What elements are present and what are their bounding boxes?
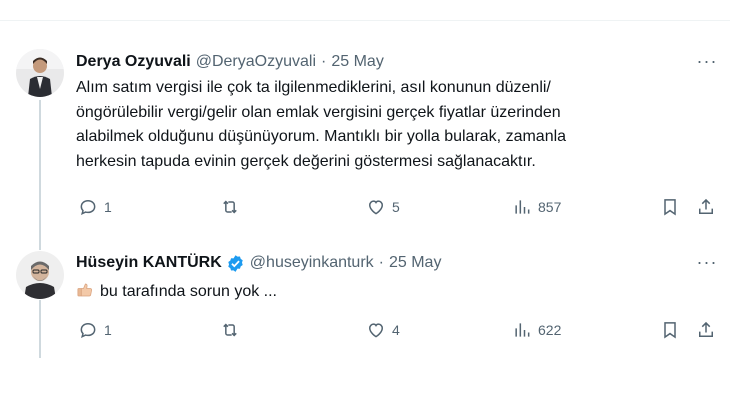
reply-count: 1 [104,322,112,338]
bookmark-button[interactable] [660,320,680,340]
author-name[interactable]: Hüseyin KANTÜRK [76,254,222,272]
share-icon [699,198,713,214]
views-button[interactable]: 622 [512,320,561,340]
reply-icon [80,322,96,339]
verified-badge-icon[interactable] [226,254,245,273]
views-button[interactable]: 857 [512,197,561,217]
tweet-header: Hüseyin KANTÜRK @huseyinkanturk · 25 May [76,251,718,275]
retweet-button[interactable] [220,197,246,217]
tweet-actions: 1 5 857 [76,197,722,221]
like-count: 5 [392,199,400,215]
author-handle[interactable]: @DeryaOzyuvali [196,53,316,71]
reply-button[interactable]: 1 [78,197,112,217]
share-button[interactable] [696,320,716,340]
avatar[interactable] [16,251,64,299]
separator-dot: · [378,254,384,271]
tweet-text-line: bu tarafında sorun yok ... [100,283,277,300]
tweet-text-line: herkesin tapuda evinin gerçek değerini g… [76,152,536,170]
heart-icon [368,323,384,338]
retweet-icon [223,323,237,337]
reply-count: 1 [104,199,112,215]
views-count: 622 [538,322,562,338]
tweet-actions: 1 4 622 [76,320,722,344]
like-button[interactable]: 4 [366,320,400,340]
tweet-date[interactable]: 25 May [389,254,441,272]
reply-button[interactable]: 1 [78,320,112,340]
more-options-icon[interactable]: ··· [696,253,718,277]
retweet-icon [223,200,237,214]
like-count: 4 [392,322,400,338]
tweet-text: Alım satım vergisi ile çok ta ilgilenmed… [76,76,676,174]
thumbs-up-icon [77,283,92,297]
divider [0,20,730,21]
thread-line [39,300,41,358]
views-icon [515,323,530,337]
tweet-text-line: Alım satım vergisi ile çok ta ilgilenmed… [76,79,551,96]
retweet-button[interactable] [220,320,246,340]
tweet-text: bu tarafında sorun yok ... [76,280,676,305]
tweet-date[interactable]: 25 May [331,53,383,71]
like-button[interactable]: 5 [366,197,400,217]
tweet-text-line: öngörülebilir vergi/gelir olan emlak ver… [76,103,561,121]
avatar[interactable] [16,49,64,97]
heart-icon [368,200,384,215]
bookmark-icon [664,199,676,216]
bookmark-icon [664,322,676,339]
more-options-icon[interactable]: ··· [696,52,718,76]
thread-line [39,100,41,250]
author-handle[interactable]: @huseyinkanturk [250,254,374,272]
author-name[interactable]: Derya Ozyuvali [76,53,191,71]
separator-dot: · [321,53,327,70]
tweet-text-line: alabilmek olduğunu düşünüyorum. Mantıklı… [76,128,567,145]
views-count: 857 [538,199,562,215]
views-icon [515,200,530,214]
bookmark-button[interactable] [660,197,680,217]
share-icon [699,321,713,337]
reply-icon [80,199,96,216]
tweet-header: Derya Ozyuvali @DeryaOzyuvali · 25 May [76,50,718,74]
share-button[interactable] [696,197,716,217]
